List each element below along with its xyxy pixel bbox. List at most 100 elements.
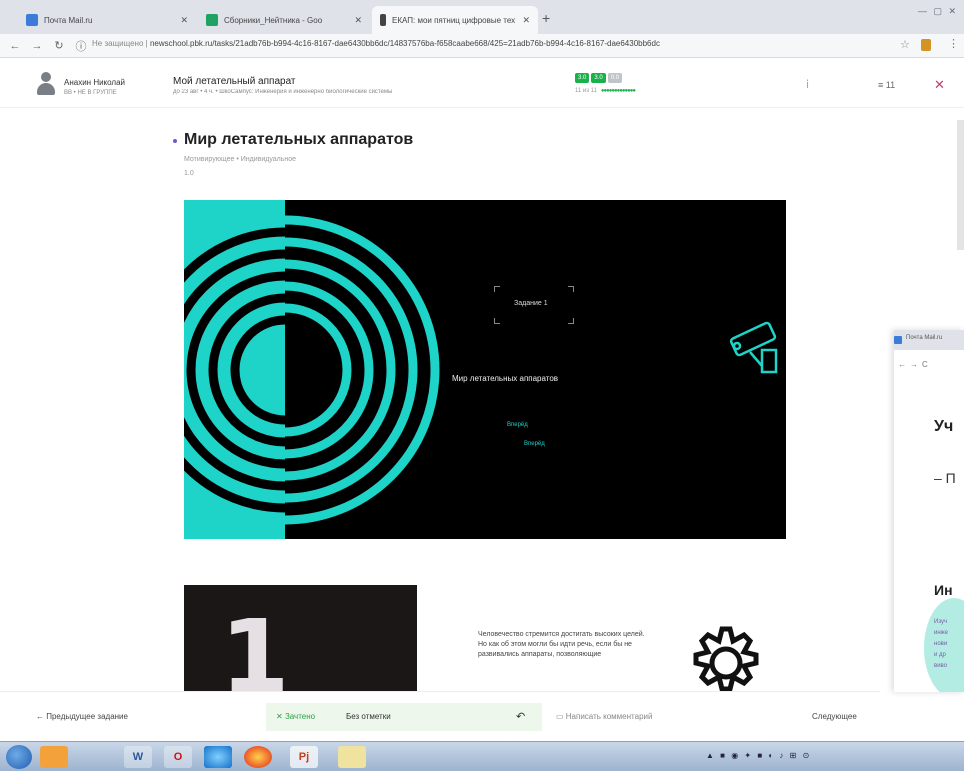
close-tab-icon[interactable]: ✕ — [354, 15, 362, 26]
side-line: инже — [934, 630, 949, 636]
start-button[interactable] — [6, 745, 32, 769]
powerpoint-label: Pj — [298, 751, 310, 763]
tab-title: Сборники_Нейтника - Goo — [224, 15, 323, 25]
new-tab-button[interactable]: + — [542, 10, 550, 26]
sheets-icon — [206, 14, 218, 26]
user-role: ВВ • НЕ В ГРУППЕ — [64, 90, 117, 96]
fingerprint-graphic — [184, 215, 778, 525]
side-nav[interactable]: ←→C — [898, 360, 932, 369]
close-tab-icon[interactable]: ✕ — [522, 15, 530, 26]
slide-task-label: Задание 1 — [514, 300, 548, 307]
browser-tab-bar: Почта Mail.ru ✕ Сборники_Нейтника - Goo … — [0, 0, 964, 34]
side-tab-title: Почта Mail.ru — [906, 335, 943, 341]
screen: Почта Mail.ru ✕ Сборники_Нейтника - Goo … — [0, 0, 964, 771]
camera-icon — [729, 321, 778, 374]
task-meta: до 23 авг • 4 ч. • ШкоСампус: Инженерия … — [173, 89, 393, 95]
slide-paragraph: Человечество стремится достигать высоких… — [478, 631, 645, 658]
scrollbar[interactable] — [957, 120, 964, 250]
side-line: нови — [934, 641, 948, 647]
browser-menu-icon[interactable]: ⋮ — [948, 37, 959, 50]
tab-mail[interactable]: Почта Mail.ru ✕ — [18, 6, 196, 34]
content-subtitle: Мотивирующее • Индивидуальное — [184, 156, 297, 163]
status-check-label: Зачтено — [284, 712, 316, 721]
slide-heading: Мир летательных аппаратов — [452, 374, 559, 383]
progress-row: 11 из 11 ●●●●●●●●●●●●● — [575, 88, 636, 94]
info-icon[interactable]: ⓘ — [74, 38, 88, 54]
score-badge: 0.0 — [607, 73, 623, 83]
slide-link[interactable]: Вперёд — [507, 422, 528, 428]
progress-dots: ●●●●●●●●●●●●● — [600, 88, 636, 94]
close-icon[interactable]: ✕ — [934, 77, 945, 93]
comment-label: Написать комментарий — [565, 712, 653, 721]
frame-corner — [568, 286, 574, 292]
side-text: Изуч инже нови и др виво — [934, 617, 948, 672]
task-header: Анахин Николай ВВ • НЕ В ГРУППЕ Мой лета… — [0, 58, 964, 108]
address-bar: ← → ↻ ⓘ Не защищено | newschool.pbk.ru/t… — [0, 34, 964, 58]
task-footer: ← Предыдущее задание ✕ Зачтено Без отмет… — [0, 691, 880, 741]
page-icon — [380, 14, 386, 26]
tab-docs[interactable]: Сборники_Нейтника - Goo ✕ — [198, 6, 370, 34]
slide-intro: Задание 1 Мир летательных аппаратов Впер… — [184, 200, 786, 539]
window-controls[interactable]: — ▢ ✕ — [918, 6, 958, 17]
side-tab[interactable]: Почта Mail.ru — [894, 330, 964, 350]
opera-icon[interactable]: O — [164, 746, 192, 768]
progress-text: 11 из 11 — [575, 88, 597, 94]
forward-icon[interactable]: → — [30, 40, 44, 52]
os-taskbar: W O Pj ▲ ■ ◉ ✦ ■ ◐ ♪ ⊞ ⊙ — [0, 741, 964, 771]
extension-icon[interactable] — [921, 39, 931, 51]
user-name: Анахин Николай — [64, 78, 126, 87]
side-heading: Уч — [934, 418, 954, 435]
avatar[interactable] — [36, 72, 56, 96]
score-badge: 3.0 — [575, 73, 590, 83]
system-tray[interactable]: ▲ ■ ◉ ✦ ■ ◐ ♪ ⊞ ⊙ — [706, 751, 811, 760]
bookmark-star-icon[interactable]: ☆ — [900, 38, 910, 51]
folder-icon[interactable] — [40, 746, 68, 768]
url-text: newschool.pbk.ru/tasks/21adb76b-b994-4c1… — [149, 39, 660, 48]
chrome-icon[interactable] — [244, 746, 272, 768]
mail-icon — [894, 336, 902, 344]
task-count: 11 — [885, 80, 896, 90]
status-check: ✕ Зачтено — [276, 712, 316, 721]
background-browser-window[interactable]: Почта Mail.ru ←→C Уч – П Ин Изуч инже но… — [894, 330, 964, 692]
dark-panel: 1 — [184, 585, 417, 705]
previous-label: Предыдущее задание — [46, 712, 128, 721]
url-field[interactable]: Не защищено | newschool.pbk.ru/tasks/21a… — [92, 39, 882, 48]
frame-corner — [494, 286, 500, 292]
task-title: Мой летательный аппарат — [173, 76, 296, 87]
notepad-icon[interactable] — [338, 746, 366, 768]
tab-title: Почта Mail.ru — [44, 15, 93, 25]
side-line: и др — [934, 652, 946, 658]
content-version: 1.0 — [184, 170, 194, 177]
task-list-button[interactable]: ≡ 11 — [878, 80, 895, 90]
next-label: Следующее — [812, 712, 857, 721]
slide-link[interactable]: Вперёд — [524, 441, 545, 447]
info-icon[interactable]: ⅰ — [806, 78, 809, 91]
next-task-button[interactable]: Следующее — [812, 712, 857, 721]
powerpoint-icon[interactable]: Pj — [290, 746, 318, 768]
word-label: W — [132, 751, 144, 763]
side-line: виво — [934, 663, 947, 669]
close-tab-icon[interactable]: ✕ — [180, 15, 188, 26]
reload-icon[interactable]: ↻ — [52, 39, 66, 52]
security-label: Не защищено — [92, 39, 144, 48]
tab-title: ЕКАП: мои пятниц цифровые тех — [392, 15, 516, 25]
frame-corner — [568, 318, 574, 324]
title-bullet — [173, 139, 177, 143]
tab-active[interactable]: ЕКАП: мои пятниц цифровые тех ✕ — [372, 6, 538, 34]
word-icon[interactable]: W — [124, 746, 152, 768]
mail-icon — [26, 14, 38, 26]
side-heading-2: Ин — [934, 582, 953, 598]
score-badge: 3.0 — [591, 73, 606, 83]
messenger-icon[interactable] — [204, 746, 232, 768]
back-icon[interactable]: ← — [8, 40, 22, 52]
opera-label: O — [173, 751, 183, 763]
side-dash: – П — [934, 470, 956, 486]
write-comment-button[interactable]: ▭ Написать комментарий — [556, 712, 652, 721]
frame-corner — [494, 318, 500, 324]
undo-icon[interactable]: ↶ — [516, 710, 525, 723]
side-line: Изуч — [934, 619, 948, 625]
slide-step-one: 1 Человечество стремится достигать высок… — [184, 585, 786, 705]
previous-task-button[interactable]: ← Предыдущее задание — [36, 712, 128, 721]
score-badges: 3.0 3.0 0.0 — [575, 73, 623, 83]
status-mark: Без отметки — [346, 712, 391, 721]
